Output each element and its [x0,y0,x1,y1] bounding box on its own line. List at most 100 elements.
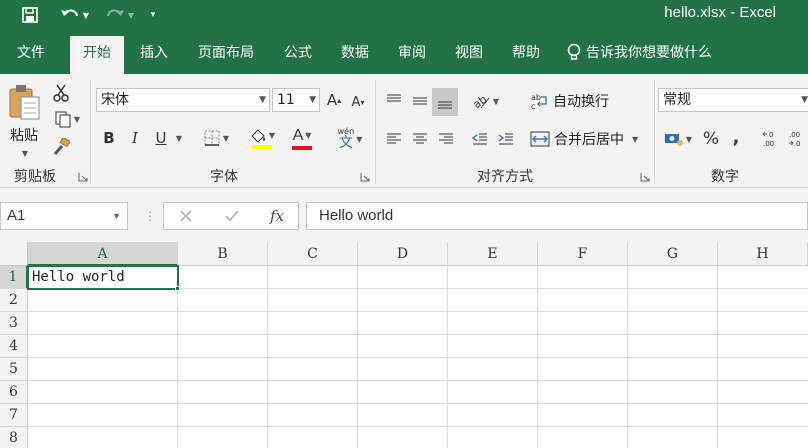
borders-button[interactable]: ▼ [196,126,236,150]
decrease-indent-icon[interactable] [468,126,492,152]
confirm-entry-icon[interactable] [220,206,244,226]
align-center-icon[interactable] [408,126,432,152]
phonetic-guide-button[interactable]: wén 文 ▼ [330,124,370,154]
row-header-4[interactable]: 4 [0,335,28,358]
paste-icon [9,84,40,119]
row-header-6[interactable]: 6 [0,381,28,404]
column-header-b[interactable]: B [178,242,268,266]
active-cell-a1[interactable]: Hello world [27,265,179,290]
tab-help[interactable]: 帮助 [500,36,552,74]
svg-text:c: c [531,102,535,110]
wrap-text-button[interactable]: ab c 自动换行 [530,88,620,114]
select-all-corner[interactable] [0,242,28,266]
tab-home[interactable]: 开始 [70,36,124,74]
alignment-group-label: 对齐方式 [477,169,533,185]
row-header-8[interactable]: 8 [0,427,28,448]
copy-icon[interactable]: ▼ [50,108,84,130]
align-right-icon[interactable] [434,126,458,152]
formula-input[interactable]: Hello world [306,202,808,230]
row-header-7[interactable]: 7 [0,404,28,427]
name-box-value: A1 [7,207,26,224]
tab-data[interactable]: 数据 [330,36,380,74]
title-bar: ▼ ▼ ▾ hello.xlsx - Excel [0,0,808,30]
svg-text:.00: .00 [763,140,774,148]
redo-icon[interactable]: ▼ [100,4,138,26]
formula-bar-grip[interactable]: ⋮ [144,208,156,224]
increase-font-size-icon[interactable]: A ▴ [324,88,344,112]
gridline-horizontal [28,357,808,358]
paste-label: 粘贴 [10,127,38,144]
underline-dropdown[interactable]: ▼ [172,126,184,150]
row-header-1[interactable]: 1 [0,266,28,289]
cancel-entry-icon[interactable] [174,206,198,226]
comma-button[interactable]: , [726,124,746,150]
number-group-label: 数字 [711,169,739,185]
gridline-horizontal [28,403,808,404]
tell-me-search[interactable]: 告诉我你想要做什么 [566,36,712,70]
font-name-combo[interactable]: 宋体 ▼ [96,88,270,112]
number-format-combo[interactable]: 常规 ▼ [658,88,808,112]
decrease-decimal-icon[interactable]: .00 0 [786,126,808,152]
formula-buttons: fx [163,202,299,230]
row-header-3[interactable]: 3 [0,312,28,335]
format-painter-icon[interactable] [50,136,72,158]
wrap-text-label: 自动换行 [553,94,609,110]
tab-file[interactable]: 文件 [4,36,58,74]
tab-insert[interactable]: 插入 [128,36,180,74]
clipboard-launcher-icon[interactable] [78,172,88,182]
svg-text:0: 0 [796,140,800,148]
column-header-g[interactable]: G [628,242,718,266]
column-header-d[interactable]: D [358,242,448,266]
align-bottom-icon[interactable] [432,88,458,116]
tab-formulas[interactable]: 公式 [272,36,324,74]
merge-center-button[interactable]: 合并后居中 ▼ [530,126,648,152]
alignment-launcher-icon[interactable] [640,172,650,182]
tab-view[interactable]: 视图 [444,36,494,74]
lightbulb-icon [567,43,581,60]
cut-icon[interactable] [50,82,72,104]
customize-quick-access-icon[interactable]: ▾ [146,4,160,26]
fill-handle[interactable] [175,286,180,291]
column-header-a[interactable]: A [28,242,178,266]
column-header-c[interactable]: C [268,242,358,266]
font-size-combo[interactable]: 11 ▼ [272,88,320,112]
accounting-format-button[interactable]: ▼ [660,126,696,152]
percent-button[interactable]: % [700,126,722,152]
increase-decimal-icon[interactable]: 0.00 [760,126,784,152]
fill-color-button[interactable]: ▼ [244,124,280,152]
font-launcher-icon[interactable] [360,172,370,182]
font-size-value: 11 [277,92,295,108]
increase-indent-icon[interactable] [494,126,518,152]
align-left-icon[interactable] [382,126,406,152]
underline-button[interactable]: U [150,126,172,150]
insert-function-button[interactable]: fx [264,205,290,227]
row-header-2[interactable]: 2 [0,289,28,312]
undo-icon[interactable]: ▼ [54,4,94,26]
align-top-icon[interactable] [382,88,406,114]
italic-button[interactable]: I [124,126,146,150]
ribbon-home: 粘贴 ▼ ▼ 剪贴板 宋体 ▼ 11 ▼ A ▴ A ▾ B I U ▼ ▼ ▼ A [0,74,808,188]
row-header-5[interactable]: 5 [0,358,28,381]
align-middle-icon[interactable] [408,88,432,114]
tab-page-layout[interactable]: 页面布局 [190,36,262,74]
font-color-letter: A [292,126,304,144]
wrap-text-icon: abc [531,93,547,110]
column-header-h[interactable]: H [718,242,808,266]
orientation-button[interactable]: ab ▼ [468,88,502,114]
clipboard-group-label: 剪贴板 [14,169,56,185]
column-header-e[interactable]: E [448,242,538,266]
decrease-font-size-icon[interactable]: A ▾ [348,90,368,114]
orientation-icon: ab [471,93,490,110]
save-icon[interactable] [18,4,42,26]
font-color-button[interactable]: A ▼ [284,124,320,152]
column-header-f[interactable]: F [538,242,628,266]
worksheet-grid[interactable]: ABCDEFGH 12345678 Hello world [0,242,808,448]
tab-review[interactable]: 审阅 [386,36,438,74]
name-box[interactable]: A1 ▼ [0,202,128,230]
svg-text:ab: ab [531,93,541,102]
gridline-horizontal [28,334,808,335]
paste-button[interactable]: 粘贴 ▼ [4,80,44,160]
group-separator [654,80,655,184]
bold-button[interactable]: B [98,126,120,150]
ribbon-tabs: 文件 开始 插入 页面布局 公式 数据 审阅 视图 帮助 告诉我你想要做什么 [0,30,808,74]
